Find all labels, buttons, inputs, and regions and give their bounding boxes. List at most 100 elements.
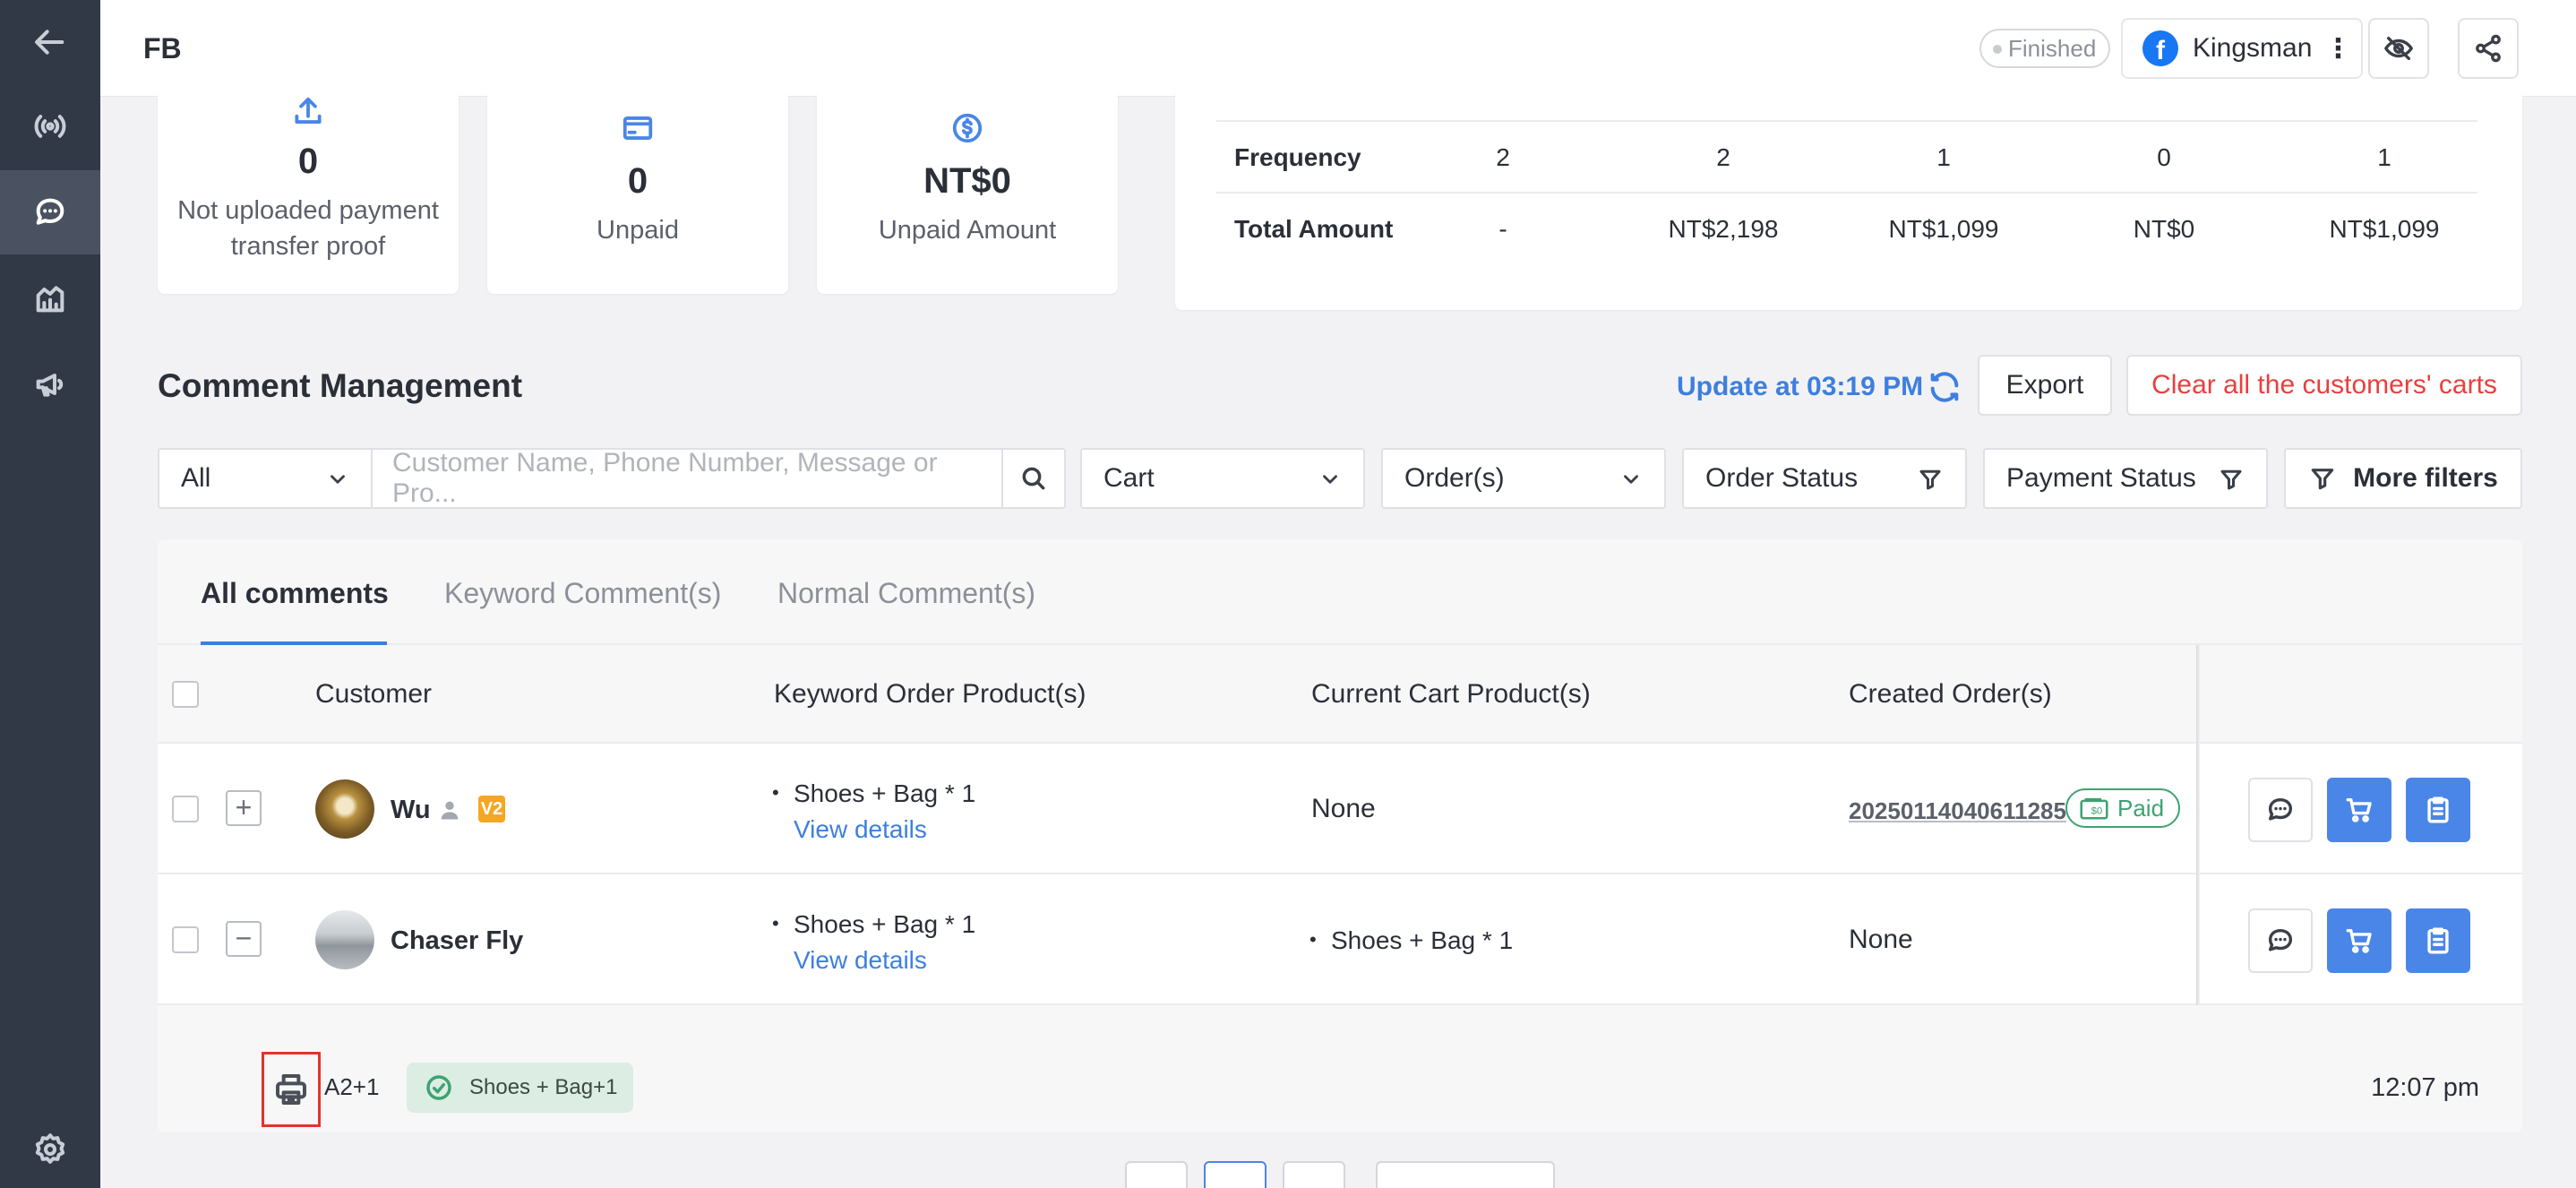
sidebar-item-live[interactable] (0, 84, 100, 168)
select-all-checkbox[interactable] (172, 681, 199, 708)
scope-select[interactable]: All (158, 448, 373, 509)
page-size-select[interactable] (1376, 1161, 1555, 1188)
customer-name[interactable]: Wu (391, 796, 431, 825)
created-orders: None (1849, 925, 1913, 954)
page-title: FB (143, 32, 182, 65)
keyword-product: Shoes + Bag * 1 (772, 910, 975, 939)
pagination-page[interactable] (1204, 1161, 1267, 1188)
sticky-column-divider (2196, 645, 2200, 1005)
cart-products: None (1311, 794, 1376, 823)
shopping-cart-icon (2346, 928, 2372, 953)
filter-icon (2220, 469, 2242, 490)
cell: NT$0 (2133, 215, 2195, 243)
expanded-comment: A2+1 Shoes + Bag+1 12:07 pm (158, 1005, 2522, 1132)
search-icon (1022, 467, 1045, 490)
cart-select[interactable]: Cart (1080, 448, 1365, 509)
wallet-icon: $0 (2080, 797, 2108, 820)
chat-bubble-icon (2268, 797, 2293, 821)
section-title: Comment Management (158, 367, 523, 404)
order-button[interactable] (2406, 908, 2470, 973)
pagination-next[interactable] (1283, 1161, 1345, 1188)
paid-label: Paid (2117, 795, 2165, 822)
sidebar-item-settings[interactable] (0, 1107, 100, 1188)
avatar (315, 910, 374, 969)
avatar (315, 779, 374, 839)
pagination-prev[interactable] (1125, 1161, 1188, 1188)
message-button[interactable] (2248, 778, 2313, 842)
chevron-down-icon (1323, 475, 1337, 484)
cell: 2 (1496, 143, 1510, 171)
payment-status-filter[interactable]: Payment Status (1983, 448, 2268, 509)
chevron-down-icon (1624, 475, 1638, 484)
check-circle-icon (426, 1075, 451, 1100)
row-checkbox[interactable] (172, 926, 199, 953)
print-button[interactable] (262, 1052, 321, 1127)
more-filters-button[interactable]: More filters (2284, 448, 2522, 509)
summary-table: Frequency 2 2 1 0 1 Total Amount - NT$2,… (1175, 90, 2522, 310)
cart-products: Shoes + Bag * 1 (1309, 926, 1513, 955)
tab-normal-comments[interactable]: Normal Comment(s) (777, 577, 1035, 610)
sidebar-item-analytics[interactable] (0, 256, 100, 340)
card-icon (623, 116, 653, 140)
expand-row-button[interactable]: + (226, 790, 262, 826)
stat-label: Unpaid Amount (878, 216, 1057, 245)
clipboard-icon (2427, 927, 2449, 954)
comment-time: 12:07 pm (2371, 1073, 2479, 1102)
tab-all-comments[interactable]: All comments (201, 577, 389, 610)
cart-button[interactable] (2327, 908, 2391, 973)
stat-card-unuploaded: 0 Not uploaded payment transfer proof (158, 90, 459, 294)
row-label: Frequency (1234, 143, 1361, 171)
update-text: Update at 03:19 PM (1677, 372, 1924, 401)
share-icon (2476, 34, 2501, 63)
search-button[interactable] (1001, 448, 1066, 509)
scope-value: All (181, 463, 211, 493)
cart-button[interactable] (2327, 778, 2391, 842)
comments-panel: All comments Keyword Comment(s) Normal C… (158, 539, 2522, 1132)
sidebar-item-comments[interactable] (0, 170, 100, 254)
printer-icon (276, 1074, 306, 1105)
order-link[interactable]: 20250114040611285 (1849, 797, 2066, 825)
cell: NT$1,099 (2329, 215, 2440, 243)
back-button[interactable] (0, 0, 100, 84)
gear-icon (35, 1133, 65, 1164)
cell: NT$1,099 (1888, 215, 1999, 243)
column-header: Customer (315, 679, 433, 709)
arrow-left-icon (35, 30, 64, 55)
cell: 1 (2377, 143, 2391, 171)
order-status-filter[interactable]: Order Status (1682, 448, 1967, 509)
dollar-icon (952, 113, 983, 143)
tab-keyword-comments[interactable]: Keyword Comment(s) (444, 577, 721, 610)
column-header: Created Order(s) (1849, 679, 2052, 709)
summary-row-frequency: Frequency 2 2 1 0 1 (1216, 122, 2477, 194)
chat-bubble-icon (36, 198, 64, 225)
cart-value: Cart (1103, 463, 1155, 493)
keyword-chip-label: Shoes + Bag+1 (469, 1075, 618, 1099)
view-details-link[interactable]: View details (794, 815, 927, 844)
view-details-link[interactable]: View details (794, 946, 927, 975)
search-placeholder: Customer Name, Phone Number, Message or … (392, 448, 938, 508)
keyword-match-chip: Shoes + Bag+1 (407, 1063, 634, 1113)
keyword-code: A2+1 (324, 1073, 380, 1100)
person-icon (441, 801, 459, 820)
orders-select[interactable]: Order(s) (1381, 448, 1666, 509)
orders-value: Order(s) (1404, 463, 1505, 493)
customer-name[interactable]: Chaser Fly (391, 926, 523, 956)
table-row: + Wu V2 Shoes + Bag * 1 View details Non… (158, 744, 2522, 874)
refresh-link[interactable]: Update at 03:19 PM (1677, 369, 1962, 405)
keyword-product: Shoes + Bag * 1 (772, 779, 975, 808)
clear-carts-button[interactable]: Clear all the customers' carts (2126, 355, 2522, 416)
message-button[interactable] (2248, 908, 2313, 973)
collapse-row-button[interactable]: − (226, 921, 262, 957)
chevron-down-icon (331, 475, 345, 484)
comment-tabs: All comments Keyword Comment(s) Normal C… (158, 539, 2522, 645)
sidebar-item-marketing[interactable] (0, 342, 100, 426)
order-status-label: Order Status (1705, 463, 1859, 493)
refresh-icon (1930, 372, 1959, 402)
row-checkbox[interactable] (172, 796, 199, 822)
order-button[interactable] (2406, 778, 2470, 842)
stat-value: NT$0 (923, 161, 1011, 201)
search-input[interactable]: Customer Name, Phone Number, Message or … (371, 448, 1003, 509)
stat-card-unpaid-amount: NT$0 Unpaid Amount (817, 90, 1118, 294)
stat-value: 0 (627, 161, 648, 201)
export-button[interactable]: Export (1978, 355, 2112, 416)
